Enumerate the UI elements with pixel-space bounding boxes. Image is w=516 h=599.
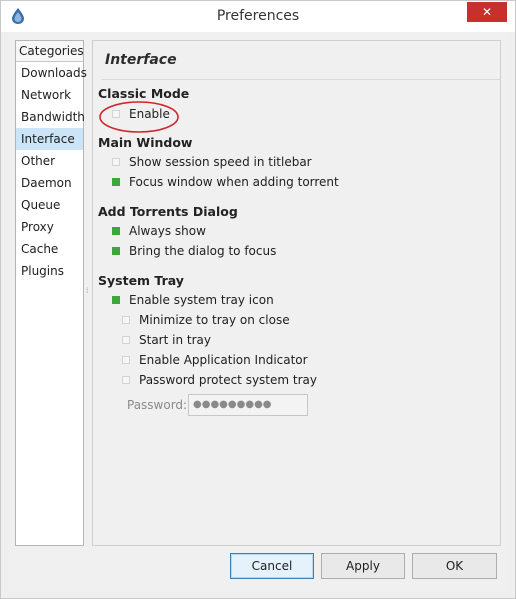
category-proxy[interactable]: Proxy: [16, 216, 83, 238]
checkbox-label: Start in tray: [139, 333, 211, 347]
checkbox-box: [112, 247, 120, 255]
ok-button[interactable]: OK: [412, 553, 497, 579]
preferences-window: Preferences ✕ Categories Downloads Netwo…: [0, 0, 516, 599]
categories-list[interactable]: Categories Downloads Network Bandwidth I…: [15, 40, 87, 546]
panel-title: Interface: [105, 52, 177, 68]
start-in-tray-checkbox[interactable]: Start in tray: [122, 333, 211, 347]
apply-button[interactable]: Apply: [321, 553, 405, 579]
cancel-button[interactable]: Cancel: [230, 553, 314, 579]
checkbox-label: Minimize to tray on close: [139, 313, 290, 327]
app-indicator-checkbox[interactable]: Enable Application Indicator: [122, 353, 308, 367]
checkbox-label: Bring the dialog to focus: [129, 244, 277, 258]
password-label: Password:: [127, 398, 188, 412]
close-icon: ✕: [481, 5, 493, 19]
system-tray-heading: System Tray: [98, 273, 184, 288]
category-plugins[interactable]: Plugins: [16, 260, 83, 282]
checkbox-label: Password protect system tray: [139, 373, 317, 387]
checkbox-box: [112, 296, 120, 304]
dialog-body: Categories Downloads Network Bandwidth I…: [8, 32, 508, 592]
checkbox-box: [112, 158, 120, 166]
bring-dialog-to-focus-checkbox[interactable]: Bring the dialog to focus: [112, 244, 276, 258]
close-button[interactable]: ✕: [467, 2, 507, 22]
main-window-heading: Main Window: [98, 135, 193, 150]
checkbox-label: Enable system tray icon: [129, 293, 274, 307]
category-bandwidth[interactable]: Bandwidth: [16, 106, 85, 128]
checkbox-box: [122, 336, 130, 344]
checkbox-box: [112, 178, 120, 186]
category-cache[interactable]: Cache: [16, 238, 83, 260]
interface-panel: Interface Classic Mode Enable Main Windo…: [92, 40, 501, 546]
checkbox-box: [122, 316, 130, 324]
checkbox-label: Focus window when adding torrent: [129, 175, 339, 189]
category-other[interactable]: Other: [16, 150, 83, 172]
title-divider: [101, 79, 501, 80]
category-daemon[interactable]: Daemon: [16, 172, 83, 194]
category-interface[interactable]: Interface: [16, 128, 83, 150]
checkbox-box: [122, 356, 130, 364]
category-queue[interactable]: Queue: [16, 194, 83, 216]
pane-splitter-handle[interactable]: ⁞: [86, 286, 90, 296]
classic-mode-heading: Classic Mode: [98, 86, 190, 101]
focus-window-checkbox[interactable]: Focus window when adding torrent: [112, 175, 339, 189]
checkbox-box: [112, 227, 120, 235]
checkbox-label: Enable Application Indicator: [139, 353, 308, 367]
red-annotation-ellipse: [99, 101, 179, 133]
minimize-to-tray-checkbox[interactable]: Minimize to tray on close: [122, 313, 290, 327]
title-bar[interactable]: Preferences ✕: [1, 1, 515, 32]
password-protect-tray-checkbox[interactable]: Password protect system tray: [122, 373, 317, 387]
category-network[interactable]: Network: [16, 84, 83, 106]
window-title: Preferences: [216, 8, 300, 24]
password-field[interactable]: ●●●●●●●●●: [188, 394, 308, 416]
category-downloads[interactable]: Downloads: [16, 62, 87, 84]
add-torrents-dialog-heading: Add Torrents Dialog: [98, 204, 238, 219]
checkbox-label: Always show: [129, 224, 206, 238]
categories-header[interactable]: Categories: [16, 41, 84, 62]
checkbox-box: [122, 376, 130, 384]
checkbox-label: Show session speed in titlebar: [129, 155, 312, 169]
show-session-speed-checkbox[interactable]: Show session speed in titlebar: [112, 155, 312, 169]
always-show-checkbox[interactable]: Always show: [112, 224, 206, 238]
enable-tray-icon-checkbox[interactable]: Enable system tray icon: [112, 293, 274, 307]
